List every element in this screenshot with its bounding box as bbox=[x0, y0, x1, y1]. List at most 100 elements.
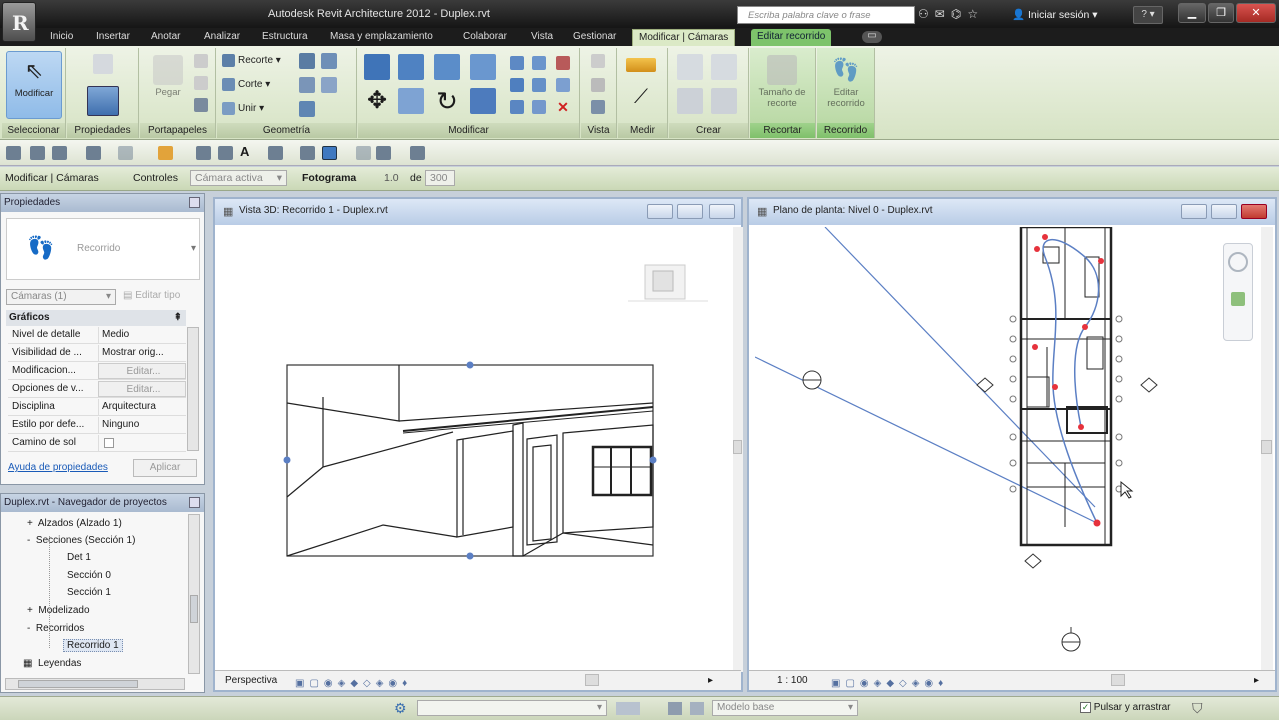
move-icon[interactable]: ✥ bbox=[364, 88, 390, 114]
panel-label-modificar[interactable]: Modificar bbox=[358, 123, 579, 138]
modify-button[interactable]: ⇖ Modificar bbox=[6, 51, 62, 119]
search-input[interactable]: Escriba palabra clave o frase bbox=[737, 6, 915, 24]
prop-edit-button[interactable]: Editar... bbox=[98, 381, 186, 397]
scroll-right-arrow[interactable]: ▸ bbox=[708, 671, 713, 690]
minimize-ribbon-button[interactable]: ▭ bbox=[862, 31, 882, 43]
open-icon[interactable] bbox=[6, 146, 21, 160]
panel-label-seleccionar[interactable]: Seleccionar bbox=[2, 123, 65, 138]
tree-item[interactable]: ▦ Leyendas bbox=[23, 658, 81, 669]
view-3d-hscroll-thumb[interactable] bbox=[585, 674, 599, 686]
geometry-tool-icon-3[interactable] bbox=[299, 77, 315, 93]
panel-label-vista[interactable]: Vista bbox=[581, 123, 616, 138]
browser-hscrollbar[interactable] bbox=[5, 678, 185, 690]
worksets-icon[interactable]: ⚙ bbox=[394, 700, 407, 717]
prop-row[interactable]: Nivel de detalle Medio bbox=[8, 327, 186, 344]
override-graphics-icon[interactable] bbox=[591, 78, 605, 92]
tab-anotar[interactable]: Anotar bbox=[151, 29, 180, 46]
panel-label-recortar[interactable]: Recortar bbox=[750, 123, 815, 138]
measure-qat-icon[interactable] bbox=[158, 146, 173, 160]
floor-plan-vscroll[interactable] bbox=[1261, 227, 1273, 672]
mirror-axis-icon[interactable] bbox=[434, 54, 460, 80]
frame-value[interactable]: 1.0 bbox=[384, 172, 399, 184]
filter-icon[interactable]: ⛉ bbox=[1192, 700, 1203, 717]
close-hidden-icon[interactable] bbox=[356, 146, 371, 160]
tab-estructura[interactable]: Estructura bbox=[262, 29, 308, 46]
mirror-draw-icon[interactable] bbox=[470, 54, 496, 80]
navigation-bar[interactable] bbox=[1223, 243, 1253, 341]
design-option-dropdown[interactable]: Modelo base ▾ bbox=[712, 700, 858, 716]
apply-button[interactable]: Aplicar bbox=[133, 459, 197, 477]
tab-colaborar[interactable]: Colaborar bbox=[463, 29, 507, 46]
geometry-tool-icon-2[interactable] bbox=[321, 53, 337, 69]
floor-plan-hscroll-thumb[interactable] bbox=[1111, 674, 1125, 686]
tree-toggle[interactable]: + bbox=[27, 605, 33, 616]
plan-view-control-icons[interactable]: ▣▢◉◈◆◇◈◉♦ bbox=[831, 674, 948, 693]
walkthrough-path[interactable] bbox=[1042, 238, 1100, 524]
create-tool-icon-1[interactable] bbox=[677, 54, 703, 80]
type-properties-icon[interactable] bbox=[93, 54, 113, 74]
browser-close-icon[interactable] bbox=[189, 497, 200, 508]
tree-item[interactable]: - Recorridos bbox=[27, 623, 84, 634]
binoculars-icon[interactable]: ⚇ bbox=[918, 6, 929, 22]
press-drag-checkbox[interactable]: ✓ bbox=[1080, 702, 1091, 713]
active-option-icon[interactable] bbox=[690, 702, 704, 715]
modify-tool-icon-1[interactable] bbox=[510, 100, 524, 114]
panel-label-propiedades[interactable]: Propiedades bbox=[67, 123, 138, 138]
steering-wheel-icon[interactable] bbox=[1228, 252, 1248, 272]
tab-editar-recorrido[interactable]: Editar recorrido bbox=[751, 29, 832, 46]
tree-toggle[interactable]: - bbox=[27, 535, 30, 546]
create-tool-icon-2[interactable] bbox=[711, 54, 737, 80]
plan-scroll-right-arrow[interactable]: ▸ bbox=[1254, 671, 1259, 690]
application-menu-button[interactable]: R bbox=[2, 2, 36, 42]
trim-icon[interactable] bbox=[470, 88, 496, 114]
split-gap-icon[interactable] bbox=[532, 56, 546, 70]
crop-size-button[interactable]: Tamaño de recorte bbox=[756, 51, 808, 119]
properties-scrollbar[interactable] bbox=[187, 327, 199, 451]
delete-icon[interactable]: ✕ bbox=[556, 100, 570, 114]
prop-row[interactable]: Opciones de v... Editar... bbox=[8, 381, 186, 398]
prop-row[interactable]: Modificacion... Editar... bbox=[8, 363, 186, 380]
tree-item[interactable]: + Alzados (Alzado 1) bbox=[27, 518, 122, 529]
geometry-tool-icon-4[interactable] bbox=[321, 77, 337, 93]
qat-customize-icon[interactable] bbox=[410, 146, 425, 160]
hide-icon[interactable] bbox=[591, 54, 605, 68]
prop-row[interactable]: Visibilidad de ... Mostrar orig... bbox=[8, 345, 186, 362]
panel-label-crear[interactable]: Crear bbox=[669, 123, 748, 138]
cut-geometry-button[interactable]: Corte ▾ bbox=[222, 76, 270, 94]
panel-label-recorrido[interactable]: Recorrido bbox=[817, 123, 874, 138]
properties-help-link[interactable]: Ayuda de propiedades bbox=[8, 462, 108, 473]
view-3d-restore[interactable] bbox=[677, 204, 703, 219]
tab-vista[interactable]: Vista bbox=[531, 29, 553, 46]
graphics-section[interactable]: Gráficos ⇞ bbox=[6, 310, 186, 326]
controls-dropdown[interactable]: Cámara activa ▾ bbox=[190, 170, 287, 186]
dimension-qat-icon[interactable] bbox=[196, 146, 211, 160]
copy-element-icon[interactable] bbox=[398, 88, 424, 114]
prop-row[interactable]: Disciplina Arquitectura bbox=[8, 399, 186, 416]
tree-toggle[interactable]: + bbox=[27, 518, 33, 529]
pin-icon[interactable] bbox=[556, 78, 570, 92]
create-tool-icon-4[interactable] bbox=[711, 88, 737, 114]
thin-lines-icon[interactable] bbox=[322, 146, 337, 160]
geometry-tool-icon-1[interactable] bbox=[299, 53, 315, 69]
tree-item-selected[interactable]: Recorrido 1 bbox=[63, 639, 123, 652]
panel-label-portapapeles[interactable]: Portapapeles bbox=[140, 123, 215, 138]
maximize-button[interactable]: ❐ bbox=[1208, 3, 1234, 23]
view-3d-vscroll[interactable] bbox=[733, 227, 743, 672]
modify-tool-icon-2[interactable] bbox=[532, 100, 546, 114]
floor-plan-restore[interactable] bbox=[1211, 204, 1237, 219]
tree-toggle[interactable]: - bbox=[27, 623, 30, 634]
cut-icon[interactable] bbox=[194, 54, 208, 68]
tab-insertar[interactable]: Insertar bbox=[96, 29, 130, 46]
sync-icon[interactable] bbox=[52, 146, 67, 160]
communication-icon[interactable]: ✉ bbox=[935, 6, 945, 22]
offset-icon[interactable] bbox=[398, 54, 424, 80]
array-icon[interactable] bbox=[510, 78, 524, 92]
undo-icon[interactable] bbox=[86, 146, 101, 160]
linework-icon[interactable] bbox=[591, 100, 605, 114]
walk-keyframes[interactable] bbox=[1032, 234, 1104, 527]
measure-icon[interactable] bbox=[626, 58, 656, 72]
instance-filter[interactable]: Cámaras (1) ▾ bbox=[6, 289, 116, 305]
switch-windows-icon[interactable] bbox=[376, 146, 391, 160]
view-3d-canvas[interactable] bbox=[223, 227, 731, 667]
help-button[interactable]: ? ▾ bbox=[1133, 6, 1163, 24]
